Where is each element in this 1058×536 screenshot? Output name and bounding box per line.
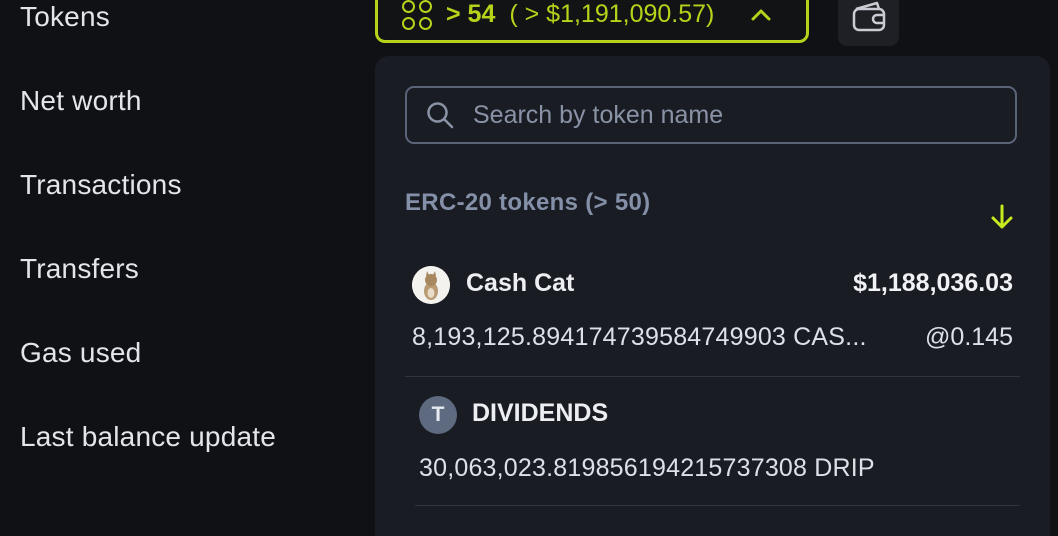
- search-input[interactable]: Search by token name: [405, 86, 1017, 144]
- sort-button[interactable]: [987, 202, 1017, 232]
- label-tokens: Tokens: [20, 1, 110, 32]
- token-row[interactable]: Cash Cat $1,188,036.03 8,193,125.8941747…: [405, 259, 1020, 374]
- search-placeholder: Search by token name: [473, 100, 724, 129]
- tokens-dropdown-panel: Search by token name ERC-20 tokens (> 50…: [375, 56, 1050, 536]
- divider: [415, 505, 1020, 506]
- chevron-up-icon: [751, 9, 771, 20]
- token-value: $1,188,036.03: [853, 269, 1013, 297]
- wallet-button[interactable]: [838, 0, 899, 46]
- tokens-dropdown-button[interactable]: > 54 ( > $1,191,090.57): [375, 0, 809, 43]
- tokens-count: > 54: [446, 0, 496, 28]
- token-price: @0.145: [925, 323, 1013, 351]
- divider: [405, 376, 1020, 377]
- search-icon: [427, 102, 454, 129]
- label-last-balance-update: Last balance update: [20, 421, 277, 452]
- token-name: Cash Cat: [466, 269, 575, 297]
- token-placeholder-icon: T: [419, 396, 457, 434]
- label-transfers: Transfers: [20, 253, 140, 284]
- token-row[interactable]: T DIVIDENDS 30,063,023.81985619421573730…: [405, 394, 1020, 509]
- label-net-worth: Net worth: [20, 85, 142, 116]
- sidebar: Tokens Net worth Transactions Transfers …: [0, 0, 340, 525]
- section-title: ERC-20 tokens (> 50): [405, 189, 651, 216]
- token-avatar-letter: T: [431, 403, 445, 426]
- tokens-total-value: ( > $1,191,090.57): [509, 0, 715, 28]
- label-gas-used: Gas used: [20, 337, 142, 368]
- token-name: DIVIDENDS: [472, 399, 609, 427]
- label-transactions: Transactions: [20, 169, 182, 200]
- arrow-down-icon: [991, 204, 1013, 229]
- token-amount: 8,193,125.894174739584749903 CAS...: [412, 323, 867, 351]
- cat-avatar-icon: [412, 266, 450, 304]
- grid-icon: [402, 0, 432, 30]
- wallet-icon: [852, 1, 885, 32]
- token-amount: 30,063,023.819856194215737308 DRIP: [419, 454, 875, 482]
